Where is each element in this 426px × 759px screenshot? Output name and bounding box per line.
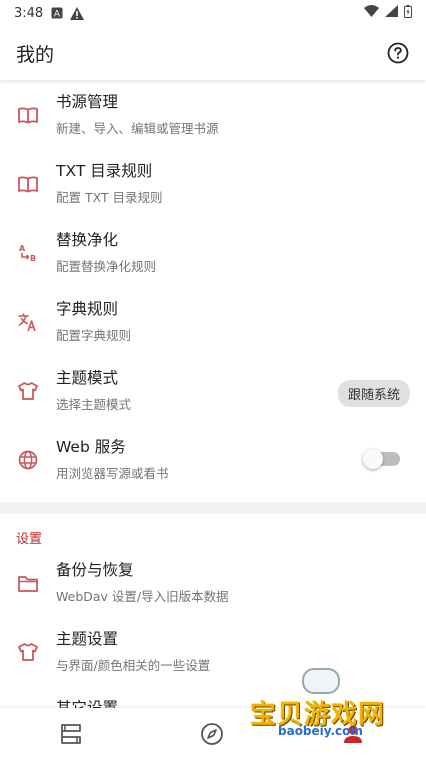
gamepad-icon [302, 668, 340, 694]
page-title: 我的 [16, 43, 55, 66]
tshirt-icon [17, 641, 39, 663]
item-subtitle: 新建、导入、编辑或管理书源 [56, 121, 219, 136]
folder-icon [17, 572, 39, 594]
item-subtitle: 配置 TXT 目录规则 [56, 190, 163, 205]
help-circle-icon[interactable] [386, 41, 410, 65]
book-icon [17, 173, 39, 195]
watermark-url: baobeiy.com [278, 724, 363, 738]
status-bar: 3:48 A [0, 0, 426, 26]
tshirt-icon [17, 380, 39, 402]
item-title: 替换净化 [56, 231, 119, 249]
list-item-theme-mode[interactable]: 主题模式 选择主题模式 跟随系统 [0, 356, 426, 425]
item-title: 主题设置 [56, 630, 119, 648]
item-title: 主题模式 [56, 369, 119, 387]
item-title: TXT 目录规则 [56, 162, 153, 180]
item-subtitle: 选择主题模式 [56, 397, 132, 412]
item-title: 字典规则 [56, 300, 119, 318]
list-item-backup-restore[interactable]: 备份与恢复 WebDav 设置/导入旧版本数据 [0, 548, 426, 617]
book-icon [17, 104, 39, 126]
replace-icon: AB [17, 242, 39, 264]
item-subtitle: 配置字典规则 [56, 328, 132, 343]
battery-icon [404, 4, 412, 22]
app-bar: 我的 [0, 26, 426, 80]
list-item-dict-rules[interactable]: 字典规则 配置字典规则 [0, 287, 426, 356]
status-time: 3:48 [14, 5, 44, 21]
item-title: 书源管理 [56, 93, 119, 111]
svg-text:B: B [30, 254, 36, 263]
section-divider [0, 502, 426, 514]
settings-section-header: 设置 [16, 532, 43, 547]
item-title: 备份与恢复 [56, 561, 134, 579]
switch-thumb [363, 449, 383, 469]
warning-icon [70, 6, 85, 20]
item-subtitle: 与界面/颜色相关的一些设置 [56, 658, 211, 673]
item-subtitle: WebDav 设置/导入旧版本数据 [56, 589, 229, 604]
list-item-replace-rules[interactable]: AB 替换净化 配置替换净化规则 [0, 218, 426, 287]
item-subtitle: 用浏览器写源或看书 [56, 466, 169, 481]
theme-mode-chip[interactable]: 跟随系统 [337, 380, 410, 407]
bookshelf-icon[interactable] [58, 721, 84, 747]
list-item-web-service[interactable]: Web 服务 用浏览器写源或看书 [0, 425, 426, 494]
list-item-book-source[interactable]: 书源管理 新建、导入、编辑或管理书源 [0, 80, 426, 149]
web-service-switch[interactable] [363, 449, 400, 469]
settings-list: 书源管理 新建、导入、编辑或管理书源 TXT 目录规则 配置 TXT 目录规则 … [0, 80, 426, 708]
watermark-logo: 宝贝游戏网 baobeiy.com [248, 668, 398, 748]
translate-icon [17, 311, 39, 333]
item-title: 其它设置 [56, 699, 119, 708]
svg-text:A: A [54, 10, 61, 20]
item-title: Web 服务 [56, 438, 126, 456]
item-subtitle: 配置替换净化规则 [56, 259, 157, 274]
status-right [364, 4, 412, 22]
globe-icon [17, 449, 39, 471]
wifi-icon [364, 5, 379, 21]
svg-text:A: A [19, 244, 26, 253]
list-item-txt-toc-rules[interactable]: TXT 目录规则 配置 TXT 目录规则 [0, 149, 426, 218]
a-icon: A [51, 7, 63, 19]
compass-icon[interactable] [199, 721, 225, 747]
signal-icon [385, 5, 398, 21]
